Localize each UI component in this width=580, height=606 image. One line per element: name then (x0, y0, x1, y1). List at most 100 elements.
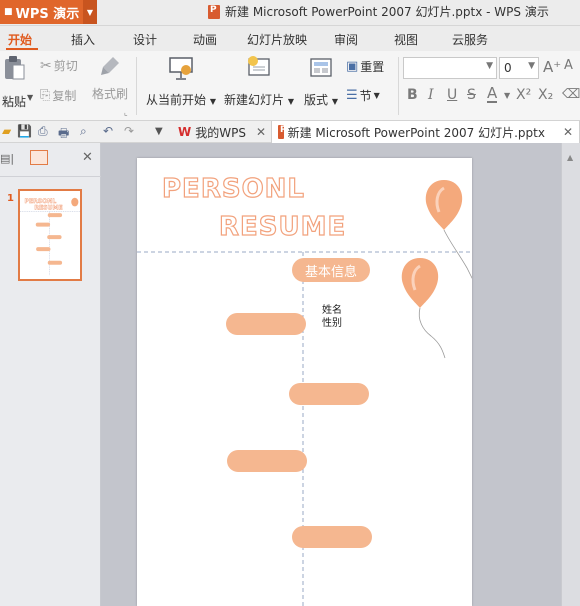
dialog-launcher-icon[interactable]: ⌞ (124, 108, 128, 117)
ppt-file-icon (208, 4, 220, 19)
new-slide-label: 新建幻灯片 (224, 93, 285, 107)
format-painter-button[interactable]: 格式刷 (92, 55, 128, 102)
chevron-down-icon[interactable]: ▼ (27, 93, 33, 102)
font-size-value: 0 (504, 61, 512, 75)
section-icon: ☰ (346, 88, 358, 103)
shrink-font-icon[interactable]: A (564, 58, 573, 73)
window-title-text: 新建 Microsoft PowerPoint 2007 幻灯片.pptx - … (225, 5, 549, 19)
open-folder-icon[interactable]: ▰ (2, 124, 11, 138)
brush-icon (101, 57, 119, 75)
reset-icon: ▣ (346, 59, 359, 74)
layout-icon (310, 58, 332, 77)
save-icon[interactable]: 💾 (17, 124, 32, 138)
tab-design[interactable]: 设计 (133, 31, 157, 48)
superscript-icon[interactable]: X² (516, 87, 531, 103)
from-current-label: 从当前开始 (146, 93, 207, 107)
section-pill[interactable] (289, 383, 369, 405)
doc-tab-my-wps[interactable]: W 我的WPS ✕ (172, 121, 272, 143)
tab-insert[interactable]: 插入 (71, 31, 95, 48)
section-pill[interactable] (226, 313, 306, 335)
wps-w-icon: W (178, 125, 192, 139)
doc-tab-my-wps-label: 我的WPS (195, 125, 246, 140)
ribbon-panel: 粘贴 ▼ ✂ 剪切 ⎘ 复制 格式刷 从当前开始 ▼ 新建幻灯片 ▼ 版式 ▼ … (0, 51, 580, 121)
chevron-down-icon[interactable]: ▼ (83, 0, 97, 24)
slide-thumbnail-preview: PERSONL RESUME (20, 198, 80, 276)
tab-cloud[interactable]: 云服务 (452, 31, 488, 48)
font-size-select[interactable]: 0 ▼ (499, 57, 539, 79)
app-menu-button[interactable]: ■ WPS 演示 ▼ (0, 0, 97, 24)
chevron-down-icon[interactable]: ▼ (504, 91, 510, 100)
ribbon-separator (136, 57, 137, 115)
undo-icon[interactable]: ↶ (103, 124, 113, 138)
redo-icon[interactable]: ↷ (124, 124, 134, 138)
print-preview-icon[interactable]: ⌕ (80, 124, 87, 139)
resume-title-line1[interactable]: PERSONL (161, 173, 305, 204)
reset-button[interactable]: ▣ 重置 (346, 58, 384, 75)
ppt-file-icon (278, 125, 286, 139)
new-slide-button[interactable]: 新建幻灯片 ▼ (224, 55, 294, 108)
slide-thumbnail[interactable]: PERSONL RESUME (18, 189, 82, 281)
close-icon[interactable]: ✕ (256, 125, 266, 139)
font-color-icon[interactable]: A (487, 86, 498, 103)
reset-label: 重置 (360, 60, 385, 74)
ribbon-tabs: 开始 插入 设计 动画 幻灯片放映 审阅 视图 云服务 (0, 26, 580, 51)
cut-button[interactable]: ✂ 剪切 (40, 57, 78, 74)
chevron-down-icon[interactable]: ▼ (155, 126, 163, 137)
cut-label: 剪切 (53, 59, 78, 73)
doc-tab-current-label: 新建 Microsoft PowerPoint 2007 幻灯片.pptx (287, 125, 545, 140)
ribbon-separator (398, 57, 399, 115)
scissors-icon: ✂ (40, 57, 52, 74)
close-icon[interactable]: ✕ (563, 125, 573, 139)
resume-title-line2[interactable]: RESUME (218, 211, 346, 242)
svg-text:RESUME: RESUME (34, 205, 62, 212)
format-painter-label: 格式刷 (92, 87, 129, 101)
balloon-icon (401, 258, 446, 359)
slide-number: 1 (7, 193, 14, 204)
clear-format-icon[interactable]: ⌫ (562, 87, 580, 102)
grow-font-icon[interactable]: A⁺ (543, 58, 561, 76)
doc-tab-current[interactable]: 新建 Microsoft PowerPoint 2007 幻灯片.pptx ✕ (271, 121, 580, 143)
title-bar: ■ WPS 演示 ▼ 新建 Microsoft PowerPoint 2007 … (0, 0, 580, 26)
tab-review[interactable]: 审阅 (334, 31, 358, 48)
paste-label: 粘贴 (2, 95, 27, 109)
tab-slideshow[interactable]: 幻灯片放映 (247, 31, 307, 48)
scroll-up-icon[interactable]: ▲ (567, 153, 573, 162)
active-tab-indicator (6, 48, 38, 50)
layout-button[interactable]: 版式 ▼ (304, 55, 338, 108)
section-button[interactable]: ☰ 节 ▼ (346, 87, 380, 104)
subscript-icon[interactable]: X₂ (538, 87, 553, 103)
underline-icon[interactable]: U (447, 87, 457, 103)
section-pill[interactable] (227, 450, 307, 472)
vertical-scrollbar[interactable]: ▲ (561, 143, 580, 606)
section-pill[interactable] (292, 526, 372, 548)
slides-view-icon[interactable] (30, 150, 48, 165)
basic-info-label[interactable]: 基本信息 (292, 258, 370, 282)
export-pdf-icon[interactable]: ⎙ (38, 124, 48, 139)
chevron-down-icon: ▼ (209, 97, 216, 106)
copy-button[interactable]: ⎘ 复制 (40, 87, 76, 104)
quick-access-toolbar: ▰ 💾 ⎙ 🖶 ⌕ ↶ ↷ ▼ W 我的WPS ✕ 新建 Microsoft P… (0, 121, 580, 143)
close-icon[interactable]: ✕ (82, 150, 93, 165)
from-current-button[interactable]: 从当前开始 ▼ (146, 55, 216, 108)
tab-home[interactable]: 开始 (8, 31, 32, 48)
outline-view-icon[interactable]: ▤| (0, 152, 14, 165)
chevron-down-icon: ▼ (287, 97, 294, 106)
section-label: 节 (359, 89, 372, 103)
chevron-down-icon: ▼ (486, 61, 493, 71)
font-name-select[interactable]: ▼ (403, 57, 497, 79)
slide-canvas[interactable]: PERSONL RESUME 基本信息 姓名 性别 (137, 158, 472, 606)
slideshow-play-icon (169, 57, 193, 80)
app-button-label: WPS 演示 (15, 6, 80, 22)
tab-view[interactable]: 视图 (394, 31, 418, 48)
print-icon[interactable]: 🖶 (58, 124, 69, 145)
svg-text:PERSONL: PERSONL (24, 198, 56, 205)
wps-logo-icon: ■ (4, 7, 13, 17)
tab-animation[interactable]: 动画 (193, 31, 217, 48)
paste-icon (5, 56, 25, 80)
gender-field-label: 性别 (322, 318, 342, 329)
paste-button[interactable]: 粘贴 (2, 55, 26, 110)
info-fields[interactable]: 姓名 性别 (322, 304, 342, 330)
italic-icon[interactable]: I (428, 87, 434, 103)
strikethrough-icon[interactable]: S (467, 87, 476, 103)
bold-icon[interactable]: B (407, 87, 418, 103)
